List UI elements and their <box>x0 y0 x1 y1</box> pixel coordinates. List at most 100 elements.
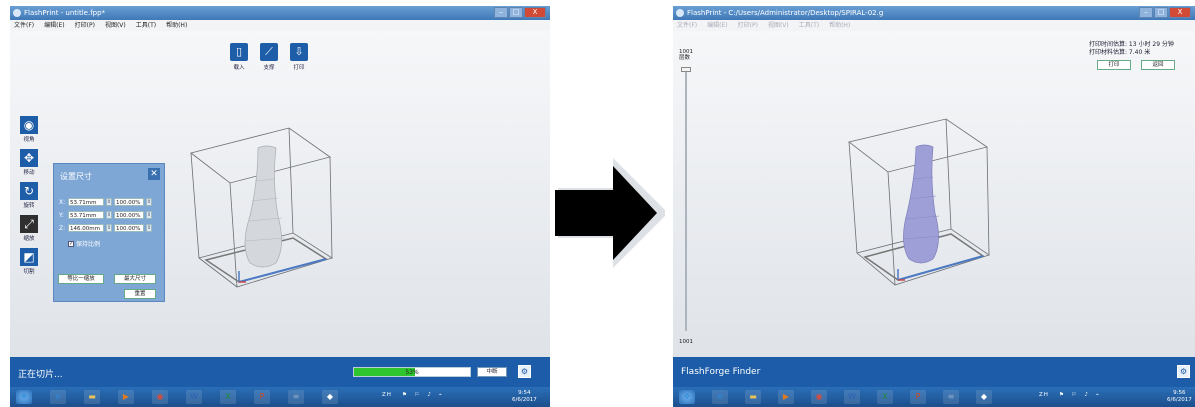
left-menu-bar: 文件(F) 编辑(E) 打印(P) 视图(V) 工具(T) 帮助(H) <box>10 20 550 31</box>
left-3d-viewport[interactable]: ▯ 载入 ⟋ 支撑 ⇩ 打印 ◉ 视角 ✥ 移动 ↻ 旋转 ⤢ 缩放 ◩ 切割 … <box>10 31 550 357</box>
folder-icon[interactable]: ▬ <box>745 390 761 404</box>
z-percent-stepper[interactable]: ⇕ <box>146 224 152 232</box>
word-icon[interactable]: W <box>844 390 860 404</box>
ie-icon[interactable]: e <box>50 390 66 404</box>
scale-tool[interactable]: ⤢ 缩放 <box>18 215 40 242</box>
right-window-title: FlashPrint - C:/Users/Administrator/Desk… <box>687 9 884 17</box>
layer-bottom-value: 1001 <box>679 339 693 345</box>
right-status-bar: FlashForge Finder ⚙ <box>673 357 1195 387</box>
back-button[interactable]: 返回 <box>1141 60 1175 70</box>
folder-icon[interactable]: ▬ <box>84 390 100 404</box>
x-percent-stepper[interactable]: ⇕ <box>146 198 152 206</box>
support-tool[interactable]: ⟋ 支撑 <box>258 43 280 71</box>
file-icon: ▯ <box>230 43 248 61</box>
right-clock-time: 9:56 <box>1173 390 1186 396</box>
excel-icon[interactable]: X <box>220 390 236 404</box>
z-size-stepper[interactable]: ⇕ <box>106 224 112 232</box>
right-clock: 9:56 6/6/2017 <box>1167 390 1192 404</box>
menu-tools[interactable]: 工具(T) <box>136 20 156 31</box>
scale-panel-title: 设置尺寸 <box>60 172 92 181</box>
cut-label: 切割 <box>23 269 35 275</box>
layer-slider-track[interactable] <box>685 67 687 331</box>
maximize-button[interactable]: □ <box>1154 7 1168 18</box>
vase-model[interactable] <box>244 145 282 268</box>
view-tool[interactable]: ◉ 视角 <box>18 116 40 143</box>
notepad-icon[interactable]: ≡ <box>943 390 959 404</box>
flashprint-app-icon <box>13 9 21 17</box>
left-title-bar: FlashPrint - untitle.fpp* – □ X <box>10 6 550 20</box>
menu-print[interactable]: 打印(P) <box>738 20 758 31</box>
uniform-scale-button[interactable]: 等比一缩放 <box>58 274 104 284</box>
menu-edit[interactable]: 编辑(E) <box>44 20 64 31</box>
menu-help[interactable]: 帮助(H) <box>166 20 187 31</box>
right-3d-viewport[interactable]: 1001 层数 1001 打印时间估算: 13 小时 29 分钟 打印材料估算:… <box>673 31 1195 357</box>
print-button[interactable]: 打印 <box>1097 60 1131 70</box>
reset-button[interactable]: 重置 <box>124 289 156 299</box>
excel-icon[interactable]: X <box>877 390 893 404</box>
x-percent-input[interactable]: 100.00% <box>114 198 144 206</box>
axis-label-x: X: <box>59 198 66 206</box>
z-percent-input[interactable]: 100.00% <box>114 224 144 232</box>
layer-slider[interactable]: 1001 层数 1001 <box>679 49 693 345</box>
menu-view[interactable]: 视图(V) <box>768 20 789 31</box>
chrome-icon[interactable]: ◉ <box>811 390 827 404</box>
menu-edit[interactable]: 编辑(E) <box>707 20 727 31</box>
powerpoint-icon[interactable]: P <box>254 390 270 404</box>
menu-print[interactable]: 打印(P) <box>75 20 95 31</box>
rotate-tool[interactable]: ↻ 旋转 <box>18 182 40 209</box>
progress-label: 53% <box>405 369 419 376</box>
sliced-vase-model[interactable] <box>903 144 939 264</box>
settings-icon[interactable]: ⚙ <box>1177 365 1190 378</box>
cut-tool[interactable]: ◩ 切割 <box>18 248 40 275</box>
load-tool[interactable]: ▯ 载入 <box>228 43 250 71</box>
axis-label-z: Z: <box>59 224 66 232</box>
move-tool[interactable]: ✥ 移动 <box>18 149 40 176</box>
y-size-input[interactable]: 53.71mm <box>68 211 104 219</box>
cancel-slicing-button[interactable]: 中断 <box>477 367 507 377</box>
left-clock-time: 9:54 <box>518 390 531 396</box>
start-icon[interactable]: ❖ <box>16 390 32 404</box>
notepad-icon[interactable]: ≡ <box>288 390 304 404</box>
cut-icon: ◩ <box>20 248 38 266</box>
ie-icon[interactable]: e <box>712 390 728 404</box>
minimize-button[interactable]: – <box>1139 7 1153 18</box>
menu-tools[interactable]: 工具(T) <box>799 20 819 31</box>
close-button[interactable]: X <box>524 7 546 18</box>
z-size-input[interactable]: 146.00mm <box>68 224 104 232</box>
eye-icon: ◉ <box>20 116 38 134</box>
left-status-bar: 正在切片... 53% 中断 ⚙ <box>10 357 550 387</box>
media-icon[interactable]: ▶ <box>778 390 794 404</box>
x-size-input[interactable]: 53.71mm <box>68 198 104 206</box>
left-tray-icons: ZH <box>382 392 392 398</box>
menu-view[interactable]: 视图(V) <box>105 20 126 31</box>
print-info-panel: 打印时间估算: 13 小时 29 分钟 打印材料估算: 7.40 米 打印 返回 <box>1089 41 1187 79</box>
media-icon[interactable]: ▶ <box>118 390 134 404</box>
rotate-label: 旋转 <box>23 203 35 209</box>
y-size-stepper[interactable]: ⇕ <box>106 211 112 219</box>
close-button[interactable]: X <box>1169 7 1191 18</box>
menu-help[interactable]: 帮助(H) <box>829 20 850 31</box>
max-size-button[interactable]: 最大尺寸 <box>114 274 156 284</box>
chrome-icon[interactable]: ◉ <box>152 390 168 404</box>
minimize-button[interactable]: – <box>494 7 508 18</box>
print-tool[interactable]: ⇩ 打印 <box>288 43 310 71</box>
support-label: 支撑 <box>263 65 275 71</box>
menu-file[interactable]: 文件(F) <box>14 20 34 31</box>
support-icon: ⟋ <box>260 43 278 61</box>
layer-slider-handle[interactable] <box>681 67 691 72</box>
close-icon[interactable]: ✕ <box>148 168 160 180</box>
left-taskbar: ZH ⚑ ⚐ ♪ ⌁ 9:54 6/6/2017 ❖ e ▬ ▶ ◉ W X P ≡ ◆ <box>10 387 550 407</box>
maximize-button[interactable]: □ <box>509 7 523 18</box>
menu-file[interactable]: 文件(F) <box>677 20 697 31</box>
word-icon[interactable]: W <box>186 390 202 404</box>
y-percent-input[interactable]: 100.00% <box>114 211 144 219</box>
checkbox-box[interactable]: ✓ <box>68 240 74 247</box>
settings-icon[interactable]: ⚙ <box>518 365 531 378</box>
start-icon[interactable]: ❖ <box>679 390 695 404</box>
powerpoint-icon[interactable]: P <box>910 390 926 404</box>
x-size-stepper[interactable]: ⇕ <box>106 198 112 206</box>
y-percent-stepper[interactable]: ⇕ <box>146 211 152 219</box>
flashprint-icon[interactable]: ◆ <box>322 390 338 404</box>
keep-ratio-checkbox[interactable]: ✓ 保持比例 <box>68 239 100 248</box>
flashprint-icon[interactable]: ◆ <box>976 390 992 404</box>
